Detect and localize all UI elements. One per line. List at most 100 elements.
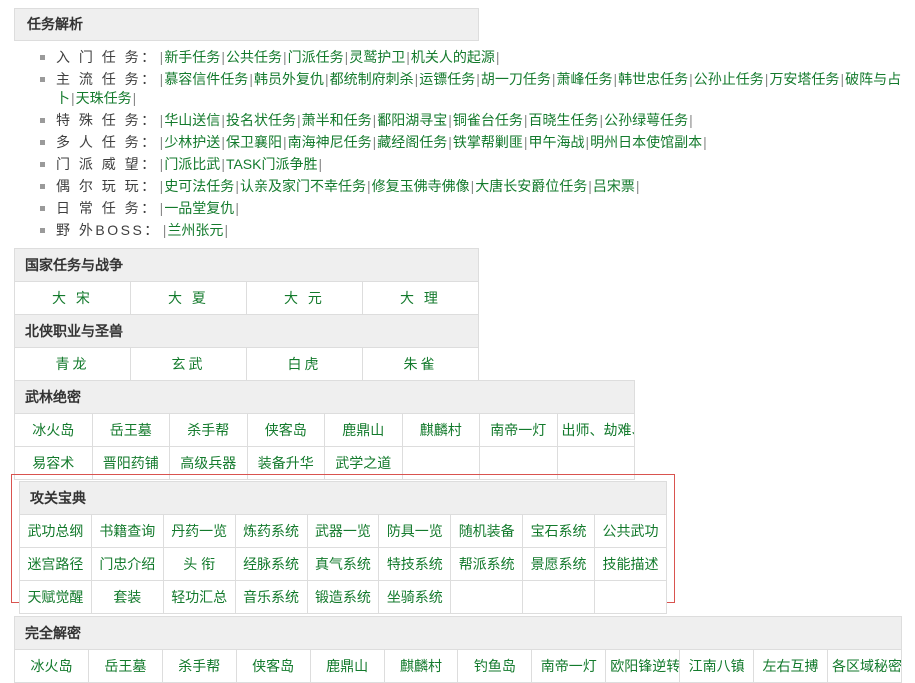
table-cell[interactable]: 侠客岛 — [235, 649, 311, 683]
table-cell[interactable]: 鹿鼎山 — [324, 413, 403, 447]
task-link[interactable]: 灵鹫护卫 — [349, 49, 405, 65]
table-cell-link[interactable]: 钓鱼岛 — [474, 658, 516, 674]
table-cell-link[interactable]: 书籍查询 — [99, 523, 155, 539]
table-cell-link[interactable]: 武器一览 — [315, 523, 371, 539]
table-cell-link[interactable]: 易容术 — [32, 455, 74, 471]
table-cell-link[interactable]: 迷宫路径 — [27, 556, 83, 572]
table-cell-link[interactable]: 宝石系统 — [531, 523, 587, 539]
table-cell-link[interactable]: 防具一览 — [387, 523, 443, 539]
task-link[interactable]: 甲午海战 — [529, 134, 585, 150]
table-cell[interactable]: 经脉系统 — [234, 547, 308, 581]
table-cell-link[interactable]: 南帝一灯 — [490, 422, 546, 438]
table-cell[interactable]: 江南八镇 — [679, 649, 755, 683]
table-cell[interactable]: 鹿鼎山 — [309, 649, 385, 683]
table-cell[interactable]: 帮派系统 — [450, 547, 524, 581]
table-cell-link[interactable]: 欧阳锋逆转经脉 — [610, 658, 678, 674]
table-cell[interactable]: 天赋觉醒 — [19, 580, 92, 614]
task-link[interactable]: 明州日本使馆副本 — [590, 134, 702, 150]
table-cell-link[interactable]: 轻功汇总 — [171, 589, 227, 605]
table-cell[interactable]: 公共武功 — [594, 514, 667, 548]
table-cell-link[interactable]: 门忠介绍 — [99, 556, 155, 572]
table-cell[interactable]: 欧阳锋逆转经脉 — [605, 649, 681, 683]
task-link[interactable]: 机关人的起源 — [411, 49, 495, 65]
task-link[interactable]: 认亲及家门不幸任务 — [240, 178, 366, 194]
table-cell-link[interactable]: 侠客岛 — [252, 658, 294, 674]
task-link[interactable]: 运镖任务 — [419, 71, 475, 87]
task-link[interactable]: 修复玉佛寺佛像 — [372, 178, 470, 194]
table-cell-link[interactable]: 江南八镇 — [689, 658, 745, 674]
table-cell-link[interactable]: 冰火岛 — [30, 658, 72, 674]
table-cell-link[interactable]: 南帝一灯 — [541, 658, 597, 674]
table-cell-link[interactable]: 岳王墓 — [104, 658, 146, 674]
table-cell-link[interactable]: 坐骑系统 — [387, 589, 443, 605]
task-link[interactable]: 铁掌帮剿匪 — [453, 134, 523, 150]
table-cell-link[interactable]: 晋阳药铺 — [103, 455, 159, 471]
task-link[interactable]: 天珠任务 — [76, 90, 132, 106]
table-cell[interactable]: 钓鱼岛 — [457, 649, 533, 683]
table-cell[interactable]: 套装 — [90, 580, 164, 614]
table-cell[interactable]: 南帝一灯 — [479, 413, 558, 447]
task-link[interactable]: 藏经阁任务 — [377, 134, 447, 150]
task-link[interactable]: 华山送信 — [164, 112, 220, 128]
table-cell[interactable]: 白虎 — [246, 347, 363, 381]
table-cell[interactable]: 真气系统 — [306, 547, 380, 581]
task-link[interactable]: 萧半和任务 — [302, 112, 372, 128]
table-cell[interactable]: 迷宫路径 — [19, 547, 92, 581]
task-link[interactable]: 新手任务 — [164, 49, 220, 65]
table-cell-link[interactable]: 锻造系统 — [315, 589, 371, 605]
table-cell[interactable]: 左右互搏 — [753, 649, 828, 683]
task-link[interactable]: 保卫襄阳 — [226, 134, 282, 150]
table-cell[interactable]: 青龙 — [14, 347, 131, 381]
table-cell[interactable]: 特技系统 — [378, 547, 452, 581]
table-cell-link[interactable]: 鹿鼎山 — [326, 658, 368, 674]
task-link[interactable]: 少林护送 — [164, 134, 220, 150]
table-cell-link[interactable]: 麒麟村 — [400, 658, 442, 674]
table-cell-link[interactable]: 头 衔 — [183, 556, 215, 572]
task-link[interactable]: 投名状任务 — [226, 112, 296, 128]
table-cell-link[interactable]: 侠客岛 — [265, 422, 307, 438]
task-link[interactable]: 史可法任务 — [164, 178, 234, 194]
table-cell-link[interactable]: 玄武 — [172, 356, 206, 372]
table-cell-link[interactable]: 朱雀 — [404, 356, 438, 372]
table-cell[interactable]: 随机装备 — [450, 514, 524, 548]
table-cell[interactable]: 丹药一览 — [162, 514, 236, 548]
table-cell-link[interactable]: 炼药系统 — [243, 523, 299, 539]
table-cell[interactable]: 炼药系统 — [234, 514, 308, 548]
table-cell[interactable]: 大 理 — [362, 281, 479, 315]
task-link[interactable]: 百晓生任务 — [529, 112, 599, 128]
table-cell[interactable]: 门忠介绍 — [90, 547, 164, 581]
task-link[interactable]: 胡一刀任务 — [481, 71, 551, 87]
task-link[interactable]: 门派比武 — [164, 156, 220, 172]
task-link[interactable]: 慕容信件任务 — [164, 71, 248, 87]
table-cell[interactable]: 大 宋 — [14, 281, 131, 315]
table-cell-link[interactable]: 特技系统 — [387, 556, 443, 572]
table-cell[interactable]: 轻功汇总 — [162, 580, 236, 614]
table-cell[interactable]: 景愿系统 — [522, 547, 595, 581]
task-link[interactable]: 兰州张元 — [167, 222, 223, 238]
table-cell-link[interactable]: 麒麟村 — [420, 422, 462, 438]
table-cell-link[interactable]: 冰火岛 — [32, 422, 74, 438]
table-cell[interactable]: 南帝一灯 — [531, 649, 607, 683]
task-link[interactable]: TASK门派争胜 — [226, 156, 318, 172]
task-link[interactable]: 萧峰任务 — [557, 71, 613, 87]
table-cell-link[interactable]: 白虎 — [288, 356, 322, 372]
table-cell[interactable]: 玄武 — [130, 347, 247, 381]
table-cell[interactable]: 大 夏 — [130, 281, 247, 315]
table-cell[interactable]: 宝石系统 — [522, 514, 595, 548]
task-link[interactable]: 都统制府刺杀 — [330, 71, 414, 87]
table-cell-link[interactable]: 套装 — [113, 589, 141, 605]
task-link[interactable]: 万安塔任务 — [769, 71, 839, 87]
table-cell[interactable]: 大 元 — [246, 281, 363, 315]
table-cell-link[interactable]: 大 宋 — [52, 290, 93, 306]
table-cell-link[interactable]: 高级兵器 — [180, 455, 236, 471]
table-cell-link[interactable]: 武功总纲 — [27, 523, 83, 539]
table-cell[interactable]: 杀手帮 — [169, 413, 248, 447]
table-cell[interactable]: 头 衔 — [162, 547, 236, 581]
table-cell-link[interactable]: 杀手帮 — [187, 422, 229, 438]
table-cell-link[interactable]: 青龙 — [56, 356, 90, 372]
table-cell-link[interactable]: 天赋觉醒 — [27, 589, 83, 605]
table-cell[interactable]: 麒麟村 — [401, 413, 480, 447]
table-cell-link[interactable]: 帮派系统 — [459, 556, 515, 572]
table-cell[interactable]: 技能描述 — [594, 547, 667, 581]
table-cell[interactable]: 坐骑系统 — [378, 580, 452, 614]
